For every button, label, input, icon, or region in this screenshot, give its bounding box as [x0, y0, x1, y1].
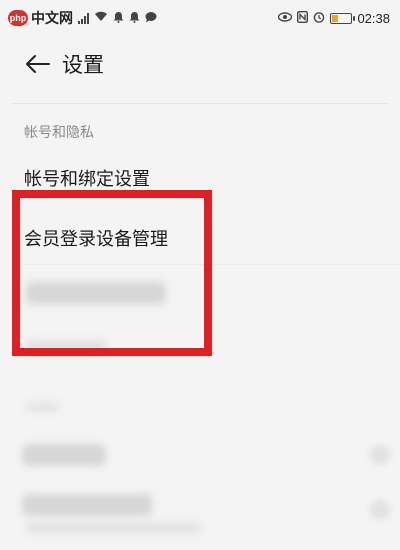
- section-header-account-privacy: 帐号和隐私: [24, 125, 94, 141]
- notification-icon: [113, 11, 124, 26]
- highlight-annotation-box: [12, 190, 212, 356]
- status-bar: php 中文网 02:38: [0, 0, 400, 36]
- battery-icon: [330, 12, 356, 24]
- back-button[interactable]: [10, 36, 66, 92]
- header-divider: [12, 103, 388, 104]
- blurred-list-item-subtitle: [26, 522, 202, 534]
- arrow-left-icon: [26, 55, 50, 73]
- list-item-label: 帐号和绑定设置: [24, 169, 150, 190]
- watermark-badge: php: [8, 10, 28, 26]
- page-title: 设置: [62, 53, 104, 77]
- status-bar-right: 02:38: [278, 10, 390, 26]
- notification-icon: [129, 11, 140, 26]
- wifi-icon: [94, 11, 108, 25]
- blurred-chevron-icon: [370, 445, 390, 465]
- signal-bars-icon: [78, 12, 89, 24]
- blurred-chevron-icon: [370, 500, 390, 520]
- watermark-site: 中文网: [31, 10, 73, 26]
- nfc-icon: [297, 10, 309, 26]
- alarm-icon: [313, 11, 325, 26]
- eye-icon: [278, 11, 293, 25]
- status-time: 02:38: [357, 10, 390, 26]
- title-bar: 设置: [0, 36, 400, 92]
- blurred-list-item: [22, 444, 106, 466]
- blurred-section-header: [26, 402, 60, 412]
- status-bar-left: php 中文网: [8, 8, 157, 28]
- battery-fill: [332, 14, 339, 22]
- chat-bubble-icon: [145, 11, 157, 26]
- blurred-list-item: [22, 494, 152, 516]
- watermark-logo: php 中文网: [8, 8, 73, 28]
